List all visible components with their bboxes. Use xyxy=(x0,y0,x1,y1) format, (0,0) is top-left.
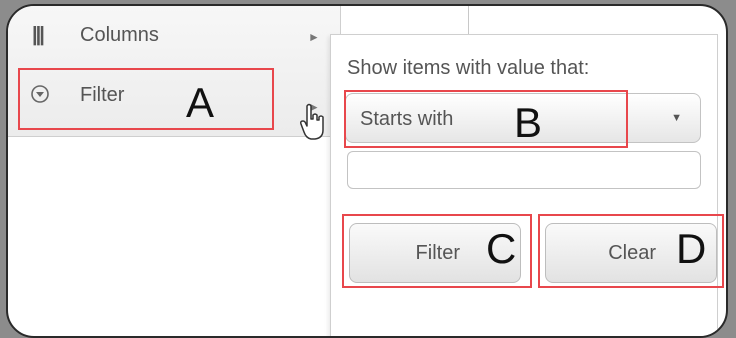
callout-letter-b: B xyxy=(514,99,543,146)
columns-icon: ||| xyxy=(32,24,45,46)
callout-letter-d: D xyxy=(676,225,707,272)
dropdown-arrow-icon: ▼ xyxy=(671,112,682,124)
callout-letter-c: C xyxy=(486,225,517,272)
menu-item-columns[interactable]: ||| Columns ► xyxy=(8,6,338,62)
hand-pointer-icon xyxy=(298,102,328,147)
menu-item-label: Filter xyxy=(80,84,125,106)
filter-submenu: Show items with value that: Starts with … xyxy=(330,34,718,336)
callout-letter-a: A xyxy=(186,79,215,126)
menu-item-filter[interactable]: Filter ► xyxy=(8,64,338,120)
screenshot-frame: ||| Columns ► Filter ► Show items with v… xyxy=(6,4,728,338)
submenu-arrow-icon: ► xyxy=(308,30,320,44)
filter-icon xyxy=(30,84,50,110)
condition-select-value: Starts with xyxy=(360,108,454,130)
filter-value-input[interactable] xyxy=(347,151,701,189)
menu-item-label: Columns xyxy=(80,24,159,46)
filter-condition-label: Show items with value that: xyxy=(347,57,590,79)
column-menu: ||| Columns ► Filter ► xyxy=(8,6,341,137)
